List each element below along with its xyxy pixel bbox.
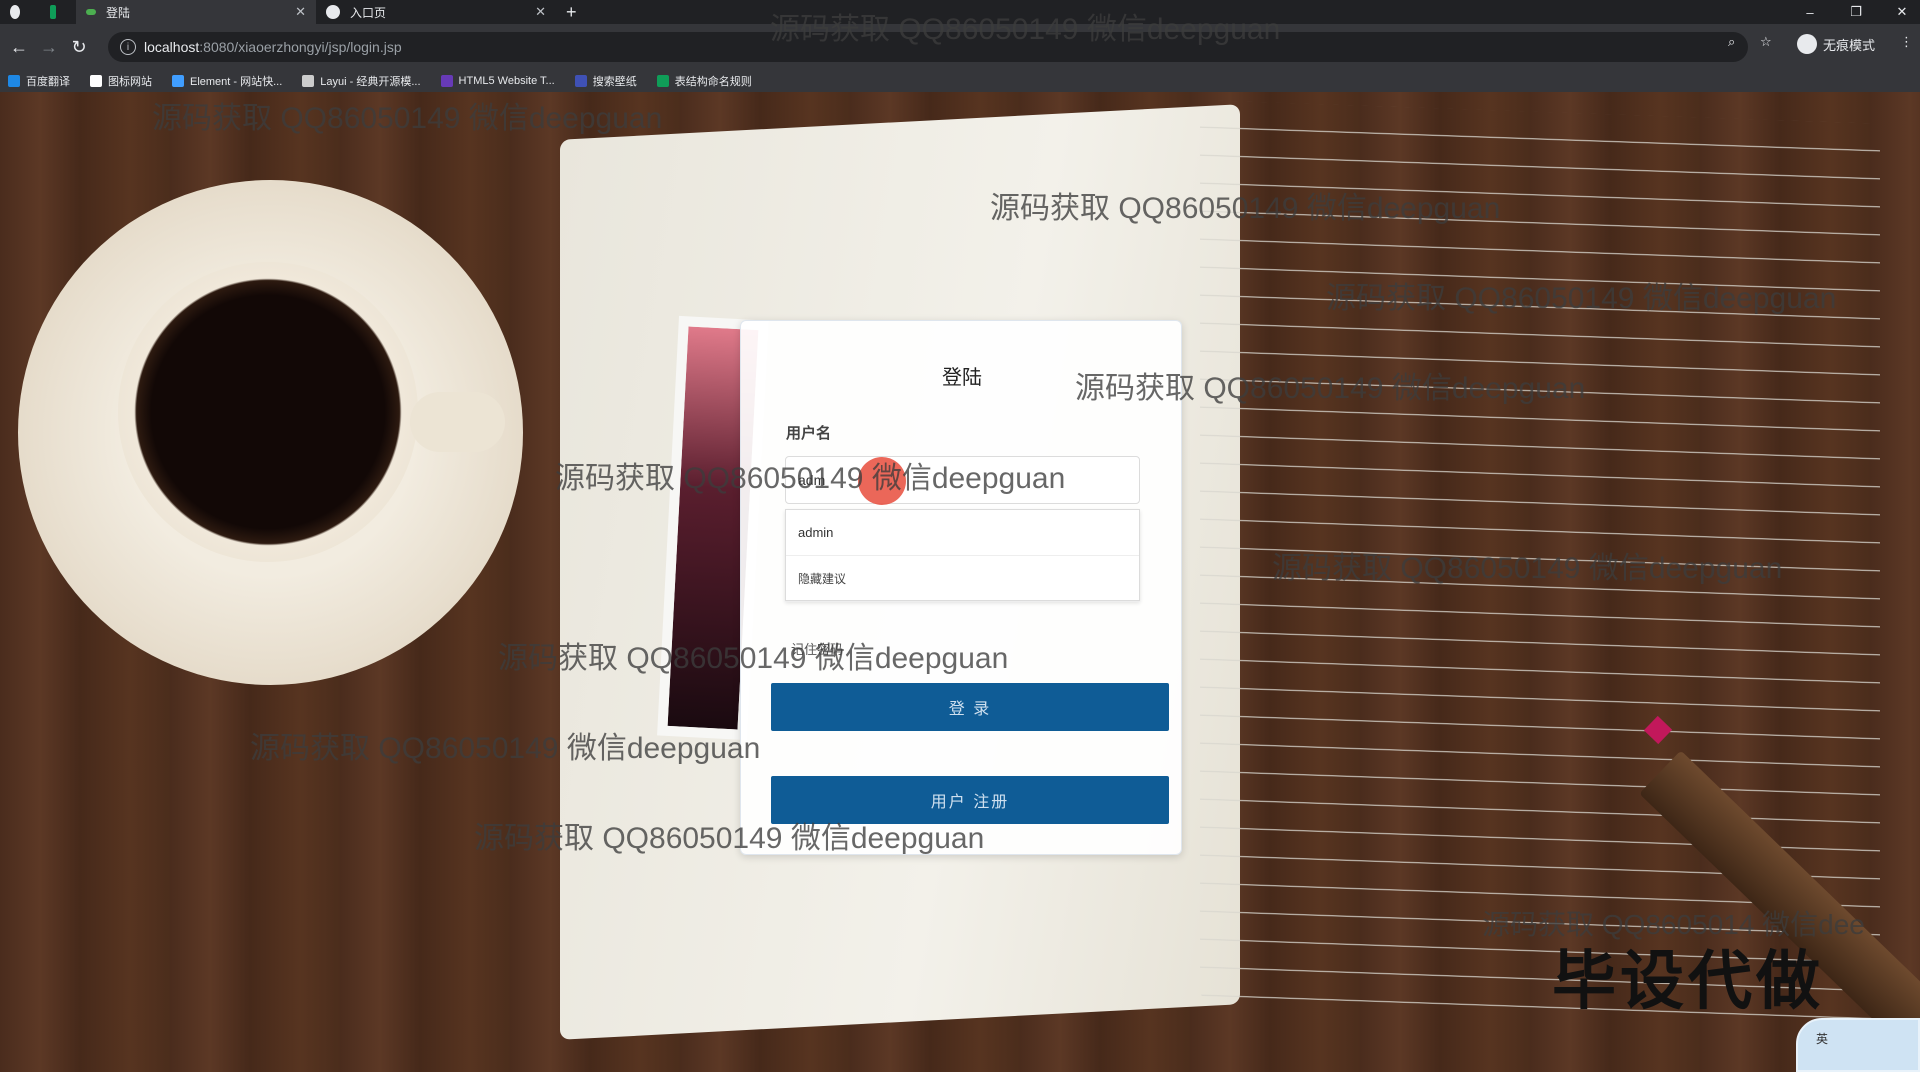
more-menu-icon[interactable]: ⋮	[1900, 34, 1913, 50]
username-label: 用户名	[786, 425, 832, 442]
url-path: :8080/xiaoerzhongyi/jsp/login.jsp	[199, 39, 402, 55]
coffee-cup-image	[118, 262, 418, 562]
watermark-text: 源码获取 QQ86050149 微信deepguan	[250, 732, 761, 765]
sheets-icon[interactable]	[40, 0, 76, 24]
watermark-text: 源码获取 QQ86050149 微信deepguan	[152, 102, 663, 135]
info-icon[interactable]: i	[120, 39, 136, 55]
bookmark-label: HTML5 Website T...	[458, 75, 555, 87]
wallpaper-icon	[574, 75, 587, 87]
bookmark-label: 搜索壁纸	[592, 76, 637, 88]
tab-login[interactable]: 登陆 ✕	[76, 0, 316, 24]
watermark-text: 源码获取 QQ86050149 微信deepguan	[1272, 552, 1783, 585]
close-icon[interactable]: ✕	[535, 4, 546, 20]
bookmark-item[interactable]: Layui - 经典开源模...	[302, 73, 421, 89]
bookmark-item[interactable]: 搜索壁纸	[574, 73, 637, 89]
watermark-text: 源码获取 QQ86050149 微信deepguan	[770, 13, 1281, 46]
watermark-text: 源码获取 QQ86050149 微信deepguan	[474, 822, 985, 855]
bookmark-item[interactable]: 表结构命名规则	[656, 73, 752, 89]
minimize-icon[interactable]: –	[1790, 0, 1830, 24]
bookmark-label: Element - 网站快...	[190, 76, 283, 88]
flag-icon	[90, 75, 102, 87]
autocomplete-item-admin[interactable]: admin	[786, 510, 1139, 556]
bookmark-label: Layui - 经典开源模...	[320, 76, 421, 88]
back-icon[interactable]: ←	[4, 37, 34, 58]
tab-entry-label: 入口页	[350, 5, 387, 20]
watermark-text: 源码获取 QQ86050149 微信deepguan	[1075, 372, 1586, 405]
hide-suggestions-item[interactable]: 隐藏建议	[786, 556, 1139, 602]
incognito-indicator[interactable]: 无痕模式	[1797, 34, 1875, 54]
close-window-icon[interactable]: ✕	[1882, 0, 1920, 24]
bookmark-label: 百度翻译	[26, 76, 70, 88]
watermark-text: 源码获取 QQ86050149 微信deepguan	[555, 462, 1066, 495]
watermark-text: 源码获取 QQ86050149 微信deepguan	[990, 192, 1501, 225]
zoom-icon[interactable]: ⌕	[1728, 34, 1735, 50]
bookmarks-bar: 百度翻译 图标网站 Element - 网站快... Layui - 经典开源模…	[0, 70, 1920, 92]
promo-text: 毕设代做	[1552, 945, 1824, 1017]
incognito-icon	[1797, 34, 1817, 54]
ime-label: 英	[1816, 1032, 1829, 1046]
new-tab-button[interactable]: +	[566, 2, 577, 23]
tab-favicon-icon	[86, 9, 96, 15]
bookmark-item[interactable]: 百度翻译	[8, 73, 70, 89]
html5-icon	[440, 75, 453, 87]
bookmark-item[interactable]: Element - 网站快...	[172, 73, 282, 89]
translate-icon	[8, 75, 20, 87]
element-icon	[172, 75, 184, 87]
globe-icon	[326, 5, 340, 19]
bookmark-item[interactable]: 图标网站	[90, 73, 152, 89]
incognito-label: 无痕模式	[1823, 37, 1876, 53]
autocomplete-list: admin 隐藏建议	[785, 509, 1140, 602]
tab-entry[interactable]: 入口页 ✕	[316, 0, 556, 24]
sheet-icon	[656, 75, 669, 87]
watermark-text: 源码获取 QQ86050149 微信deepguan	[498, 642, 1009, 675]
watermark-text: 源码获取 QQ86050149 微信deepguan	[1326, 282, 1837, 315]
close-icon[interactable]: ✕	[295, 4, 306, 20]
bookmark-item[interactable]: HTML5 Website T...	[440, 75, 555, 87]
cup-handle-image	[410, 392, 505, 452]
layui-icon	[302, 75, 315, 87]
browser-menu-icon[interactable]	[0, 0, 40, 24]
tab-login-label: 登陆	[106, 5, 131, 20]
ime-indicator[interactable]: 英	[1796, 1018, 1920, 1072]
bookmark-label: 图标网站	[108, 76, 152, 88]
url-host: localhost	[144, 39, 200, 55]
bookmark-label: 表结构命名规则	[674, 76, 752, 88]
forward-icon[interactable]: →	[34, 37, 64, 58]
restore-icon[interactable]: ❐	[1836, 0, 1876, 24]
star-icon[interactable]: ☆	[1760, 34, 1772, 50]
login-button[interactable]: 登 录	[771, 683, 1169, 731]
reload-icon[interactable]: ↻	[64, 37, 94, 58]
